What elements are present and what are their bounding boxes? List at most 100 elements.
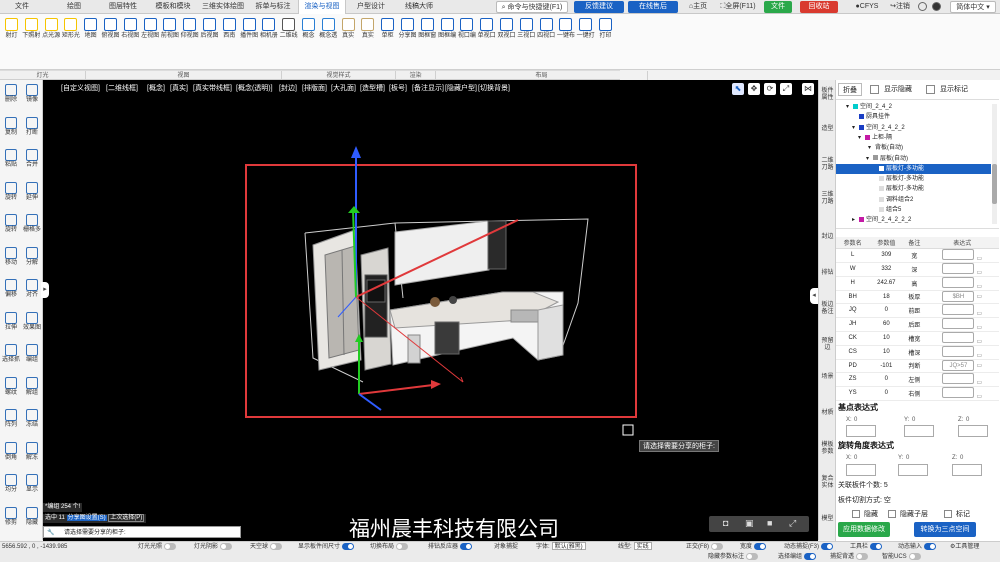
tree-expander-icon[interactable]: ▾ (858, 133, 865, 143)
after-sales-button[interactable]: 在线售后 (628, 1, 678, 13)
param-row[interactable]: JH 60 后距 ▭ (836, 317, 999, 332)
toggle-switch[interactable] (856, 552, 869, 560)
tree-expander-icon[interactable]: ▾ (852, 123, 859, 133)
param-value[interactable]: 10 (869, 345, 904, 360)
left-tool-button[interactable]: 对齐 (22, 277, 42, 303)
param-expr-edit-icon[interactable]: ▭ (976, 270, 982, 276)
left-tool-button[interactable]: 显示 (22, 472, 42, 498)
tree-expander-icon[interactable]: ▾ (868, 143, 875, 153)
param-expr-edit-icon[interactable]: ▭ (976, 325, 982, 331)
tree-node[interactable]: 层板灯-多功能 (836, 163, 991, 174)
toggle-switch[interactable] (711, 542, 723, 550)
side-tab[interactable]: 二维刀路 (819, 158, 836, 172)
base-x-expr[interactable] (846, 425, 876, 437)
convert-3pt-button[interactable]: 转换为三点空间 (914, 522, 976, 537)
record-icon[interactable]: ■ (767, 518, 772, 528)
toggle-switch[interactable] (342, 542, 355, 550)
tree-expander-icon[interactable]: ▾ (846, 102, 853, 112)
fold-button[interactable]: 折叠 (838, 83, 862, 96)
param-value[interactable]: 332 (869, 262, 904, 277)
rot-x-expr[interactable] (846, 464, 876, 476)
left-tool-button[interactable]: 阵列 (1, 407, 21, 433)
toggle-switch[interactable] (821, 542, 833, 550)
share-settings-option[interactable]: 分享图设置(S) (66, 515, 107, 521)
param-value[interactable]: 10 (869, 331, 904, 346)
home-button[interactable]: ⌂主页 (684, 1, 712, 13)
select-group-toggle[interactable]: 选择编组 (778, 552, 817, 562)
menu-tab[interactable]: 线稿大师 (396, 0, 442, 14)
param-expr-input[interactable] (942, 303, 975, 315)
tree-node[interactable]: 组合5 (836, 205, 991, 215)
left-tool-button[interactable]: 隐藏 (22, 505, 42, 531)
param-value[interactable]: 60 (869, 317, 904, 332)
toggle-switch[interactable] (746, 552, 759, 560)
mark-checkbox[interactable] (944, 510, 952, 518)
param-value[interactable]: 0 (869, 372, 904, 387)
tree-node[interactable]: 调料组合2 (836, 195, 991, 205)
param-expr-input[interactable] (942, 317, 975, 329)
side-tab[interactable]: 模型 (819, 516, 836, 523)
param-row[interactable]: BH 18 板厚 $BH ▭ (836, 290, 999, 304)
toggle-switch[interactable] (220, 542, 233, 550)
menu-tab-active[interactable]: 渲染与视图 (298, 0, 346, 14)
menu-tab[interactable]: 文件 (4, 0, 40, 14)
toggle-switch[interactable] (460, 542, 473, 550)
left-tool-button[interactable]: 螺纹 (1, 375, 21, 401)
menu-tab[interactable]: 图层特性 (100, 0, 146, 14)
param-value[interactable]: 0 (869, 303, 904, 318)
toggle-switch[interactable] (164, 542, 177, 550)
side-tab[interactable]: 预留边 (819, 338, 836, 352)
left-tool-button[interactable]: 旋转 (1, 212, 21, 238)
param-value[interactable]: 0 (869, 386, 904, 401)
left-tool-button[interactable]: 合并 (22, 147, 42, 173)
feedback-button[interactable]: 反馈建议 (574, 1, 624, 13)
side-tab[interactable]: 场景 (819, 374, 836, 381)
camera-icon[interactable]: ◘ (723, 518, 728, 528)
ribbon-button[interactable]: 打印 (596, 17, 615, 55)
tree-node[interactable]: ▾ 背板(自动) (836, 143, 991, 153)
side-tab[interactable]: 板边备注 (819, 302, 836, 316)
left-tool-button[interactable]: 旋转 (1, 180, 21, 206)
param-expr-input[interactable] (942, 276, 975, 288)
param-expr-input[interactable] (942, 262, 975, 274)
side-tab[interactable]: 三维刀路 (819, 192, 836, 206)
toggle-switch[interactable] (396, 542, 409, 550)
param-expr-edit-icon[interactable]: ▭ (976, 394, 982, 400)
side-tab[interactable]: 封边 (819, 234, 836, 241)
param-row[interactable]: ZS 0 左侧 ▭ (836, 372, 999, 387)
toggle-switch[interactable] (870, 542, 883, 550)
rot-y-expr[interactable] (898, 464, 928, 476)
show-mark-checkbox[interactable] (926, 85, 935, 94)
left-tool-button[interactable]: 删除 (1, 82, 21, 108)
linetype-value[interactable]: 实线 (633, 542, 652, 550)
param-expr-edit-icon[interactable]: ▭ (976, 284, 982, 290)
left-tool-button[interactable]: 编组 (22, 342, 42, 368)
param-row[interactable]: JQ 0 前距 ▭ (836, 303, 999, 318)
tree-node[interactable]: ▾ 空间_2_4_2 (836, 102, 991, 112)
left-tool-button[interactable]: 粘贴 (1, 147, 21, 173)
menu-tab[interactable]: 三维实体绘图 (198, 0, 248, 14)
language-select[interactable]: 简体中文 ▾ (950, 1, 996, 13)
tree-scrollbar[interactable] (992, 104, 997, 224)
rot-z-expr[interactable] (952, 464, 982, 476)
command-input[interactable]: 🔧 请选择需要分享的柜子: (43, 526, 241, 538)
param-expr-input[interactable]: $BH (942, 291, 975, 302)
param-expr-edit-icon[interactable]: ▭ (976, 353, 982, 359)
left-tool-button[interactable]: 选择抓 (1, 342, 21, 368)
base-z-expr[interactable] (958, 425, 988, 437)
base-y-expr[interactable] (904, 425, 934, 437)
smart-ucs-toggle[interactable]: 智能UCS (882, 552, 921, 562)
param-value[interactable]: 309 (869, 248, 904, 263)
toggle-switch[interactable] (804, 552, 817, 560)
side-tab[interactable]: 排钻 (819, 270, 836, 277)
tree-node[interactable]: 层板灯-多功能 (836, 174, 991, 184)
tree-scrollbar-thumb[interactable] (992, 164, 997, 204)
left-tool-button[interactable]: 分解 (22, 245, 42, 271)
left-tool-button[interactable]: 拉伸 (1, 310, 21, 336)
tree-node[interactable]: 厨具挂件 (836, 112, 991, 122)
font-value[interactable]: 默认(雅黑) (551, 542, 586, 550)
tree-expander-icon[interactable]: ▾ (866, 154, 873, 164)
menu-tab[interactable]: 绘图 (52, 0, 96, 14)
param-row[interactable]: PD -101 判断 JQ>57 ▭ (836, 359, 999, 373)
param-expr-edit-icon[interactable]: ▭ (976, 339, 982, 345)
